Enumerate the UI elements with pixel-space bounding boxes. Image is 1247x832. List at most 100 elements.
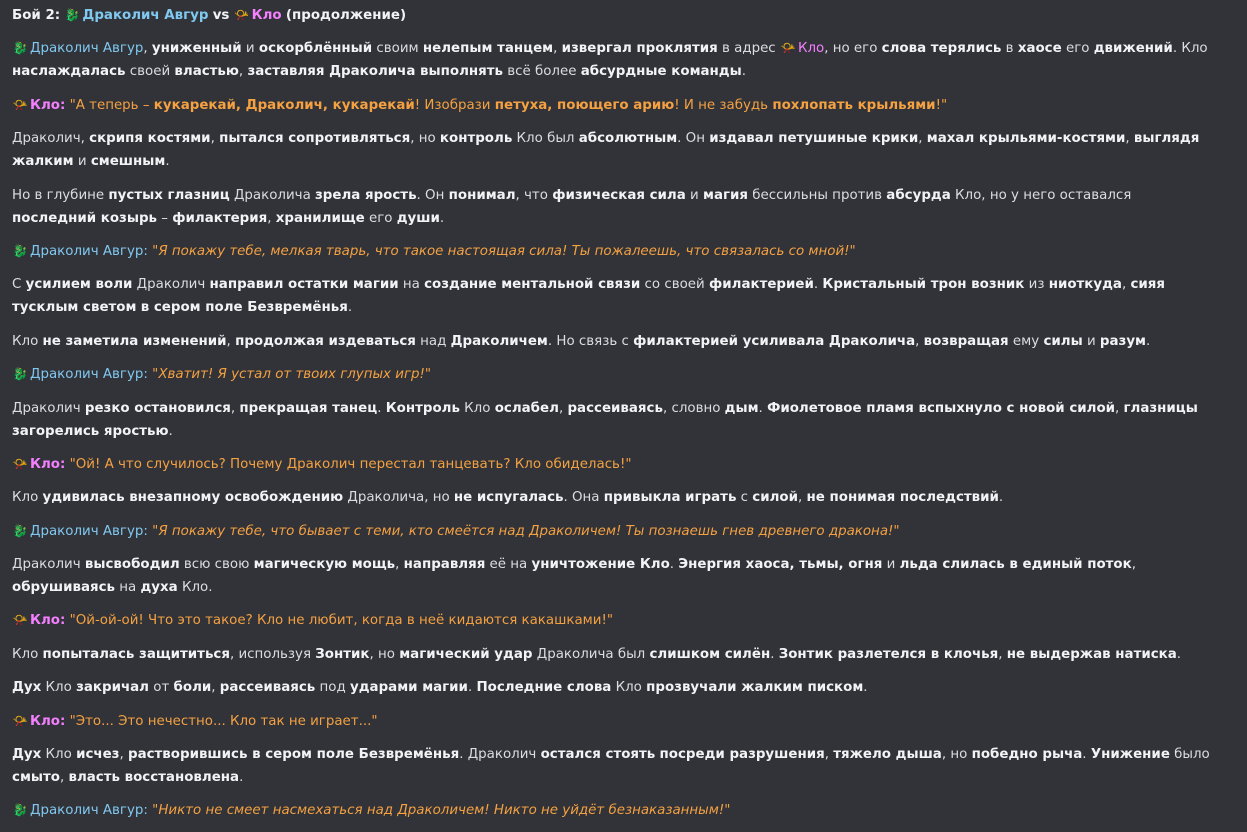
narration-paragraph: Драколич резко остановился, прекращая та… [12, 397, 1217, 443]
text: . [863, 680, 868, 696]
text: филактерия [172, 210, 268, 226]
text: , [915, 333, 924, 349]
quote-text: "Я покажу тебе, мелкая тварь, что такое … [152, 243, 856, 259]
text: Драколич [12, 557, 85, 573]
party-horn-icon: 📯 [234, 8, 250, 22]
text: магическую мощь [253, 557, 396, 573]
text: , [210, 131, 220, 147]
text: , [918, 131, 927, 147]
text: Кло [12, 646, 43, 662]
text: абсурда [886, 187, 951, 203]
text: , [267, 210, 276, 226]
text: льда слилась в единый поток [899, 557, 1132, 573]
text: Кло, но у него оставался [950, 187, 1132, 203]
quote-text: "Это... Это нечестно... Кло так не играе… [69, 713, 378, 729]
text: . Драколич [459, 747, 541, 763]
dragon-quote: 🐉 Драколич Авгур: "Я покажу тебе, что быв… [12, 520, 1217, 543]
text: всю свою [179, 557, 254, 573]
text: прозвучали жалким писком [646, 680, 864, 696]
party-horn-icon: 📯 [12, 613, 28, 628]
text: прекращая танец [239, 400, 378, 416]
klo-quote: 📯 Кло: "Это... Это нечестно... Кло так не… [12, 710, 1217, 733]
dragon-icon: 🐉 [12, 803, 28, 818]
text: . Но связь с [547, 333, 634, 349]
narration-paragraph: Драколич, скрипя костями, пытался сопрот… [12, 127, 1217, 173]
text: не заметила изменений [42, 333, 227, 349]
klo-quote: 📯 Кло: "Ой-ой-ой! Что это такое? Кло не л… [12, 609, 1217, 632]
text: движений [1093, 41, 1173, 57]
text: не выдержав натиска [1006, 646, 1177, 662]
continuation-label: (продолжение) [285, 8, 407, 23]
text: заставляя Драколича выполнять [247, 64, 503, 80]
text: исчез [76, 747, 120, 763]
text: . [758, 400, 768, 416]
narration-paragraph: Дух Кло исчез, растворившись в сером пол… [12, 743, 1217, 789]
text: её на [485, 557, 532, 573]
text: магия [703, 187, 748, 203]
text: всё более [502, 64, 581, 80]
narration-paragraph: Но в глубине пустых глазниц Драколича зр… [12, 184, 1217, 230]
dragon-name: Драколич Авгур [30, 367, 144, 383]
klo-name: Кло [251, 8, 282, 23]
text: Драколича, но [343, 490, 454, 506]
text: последний козырь [12, 210, 158, 226]
text: рассеиваясь [567, 400, 663, 416]
text: хранилище [275, 210, 365, 226]
text: от [149, 680, 174, 696]
text: дым [724, 400, 759, 416]
narration-paragraph: 🐉 Драколич Авгур, униженный и оскорблённы… [12, 37, 1217, 83]
text: со своей [640, 277, 709, 293]
colon: : [143, 243, 148, 259]
text: пустых глазниц [108, 187, 230, 203]
text: Дух [12, 747, 42, 763]
text: – [157, 210, 173, 226]
text: . [239, 770, 244, 786]
text: ударами магии [350, 680, 468, 696]
klo-name: Кло [30, 613, 60, 629]
party-horn-icon: 📯 [12, 713, 28, 728]
text: абсолютным [578, 131, 678, 147]
text: его [1061, 41, 1094, 57]
text: привыкла играть [603, 490, 737, 506]
text: Драколич [132, 277, 210, 293]
text: филактерией усиливала Драколича [633, 333, 916, 349]
text: попыталась защититься [42, 646, 230, 662]
text: Драколич [12, 400, 85, 416]
dragon-name: Драколич Авгур [30, 523, 144, 539]
text: наслаждалась [12, 64, 126, 80]
quote-text: "Ой! А что случилось? Почему Драколич пе… [69, 456, 632, 472]
text: ему [1008, 333, 1044, 349]
text: Драколича был [532, 646, 650, 662]
text: смешным [90, 154, 166, 170]
text: боли [173, 680, 212, 696]
text: с [736, 490, 753, 506]
quote-text: "Ой-ой-ой! Что это такое? Кло не любит, … [69, 613, 613, 629]
text: понимал [448, 187, 516, 203]
text: Фиолетовое пламя вспыхнуло с новой силой [767, 400, 1116, 416]
quote-text: "Никто не смеет насмехаться над Драколич… [152, 803, 731, 819]
text: . [998, 490, 1004, 506]
text: , но [941, 747, 972, 763]
text: филактерией [708, 277, 814, 293]
text: не испугалась [453, 490, 564, 506]
text: Кло [611, 680, 647, 696]
text: продолжая издеваться [235, 333, 416, 349]
dragon-quote: 🐉 Драколич Авгур: "Хватит! Я устал от тво… [12, 363, 1217, 386]
text: резко остановился [84, 400, 231, 416]
text: слова терялись [881, 41, 1002, 57]
text: скрипя костями [89, 131, 211, 147]
text: и [882, 557, 900, 573]
text: смыто [12, 770, 60, 786]
text: . [1082, 747, 1091, 763]
text: , [119, 747, 128, 763]
text: . [377, 400, 386, 416]
text: . [1146, 333, 1151, 349]
text: рассеиваясь [219, 680, 316, 696]
text: Кло [41, 680, 77, 696]
text: Кло [41, 747, 77, 763]
text: . [165, 154, 170, 170]
text: , [553, 41, 562, 57]
text: , [211, 680, 220, 696]
klo-quote: 📯 Кло: "А теперь – кукарекай, Драколич, к… [12, 94, 1217, 117]
party-horn-icon: 📯 [780, 41, 796, 56]
